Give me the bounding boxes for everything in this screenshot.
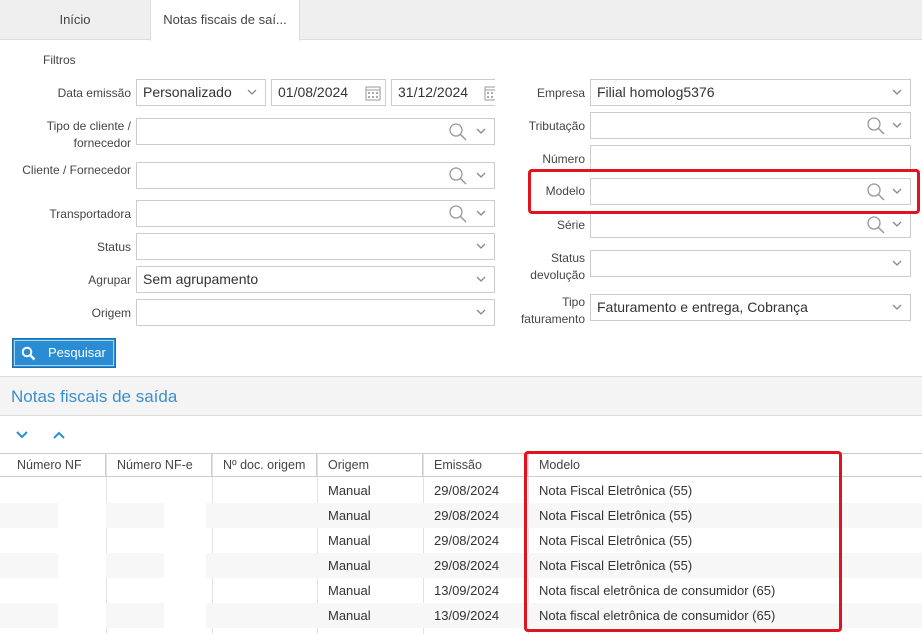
tipo-faturamento-value: Faturamento e entrega, Cobrança xyxy=(597,299,808,315)
table-header: Número NF Número NF-e Nº doc. origem Ori… xyxy=(0,453,922,477)
status-select[interactable] xyxy=(136,233,495,260)
cell-origem: Manual xyxy=(328,583,371,598)
tipo-cliente-label: Tipo de cliente / fornecedor xyxy=(46,119,131,150)
column-header-modelo[interactable]: Modelo xyxy=(529,454,922,477)
cell-modelo: Nota Fiscal Eletrônica (55) xyxy=(539,558,693,573)
search-button-label: Pesquisar xyxy=(48,345,106,360)
tab-notas-fiscais-saida[interactable]: Notas fiscais de saí... xyxy=(150,0,300,41)
chevron-down-icon xyxy=(892,89,902,95)
cell-modelo: Nota fiscal eletrônica de consumidor (65… xyxy=(539,608,776,623)
origem-select[interactable] xyxy=(136,299,495,326)
expand-all-icon[interactable] xyxy=(15,428,29,442)
empresa-select[interactable]: Filial homolog5376 xyxy=(590,79,911,106)
tributacao-select[interactable] xyxy=(590,112,911,139)
search-icon[interactable] xyxy=(866,116,886,136)
column-header-numero-nf[interactable]: Número NF xyxy=(7,454,106,477)
chevron-down-icon xyxy=(892,221,902,227)
cliente-label: Cliente / Fornecedor xyxy=(22,163,131,177)
search-icon[interactable] xyxy=(866,215,886,235)
agrupar-value: Sem agrupamento xyxy=(143,271,259,287)
transportadora-select[interactable] xyxy=(136,200,495,227)
table-row[interactable]: Manual 29/08/2024 Nota Fiscal Eletrônica… xyxy=(0,478,922,503)
transportadora-label: Transportadora xyxy=(49,207,131,221)
calendar-icon[interactable] xyxy=(364,84,382,102)
cell-origem: Manual xyxy=(328,558,371,573)
cell-emissao: 29/08/2024 xyxy=(434,483,500,498)
date-from-input[interactable]: 01/08/2024 xyxy=(271,79,386,106)
search-icon xyxy=(21,346,36,361)
cell-modelo: Nota fiscal eletrônica de consumidor (65… xyxy=(539,583,776,598)
serie-label: Série xyxy=(556,218,585,232)
cell-emissao: 29/08/2024 xyxy=(434,508,500,523)
status-devolucao-select[interactable] xyxy=(590,250,911,277)
cell-emissao: 29/08/2024 xyxy=(434,558,500,573)
calendar-icon[interactable] xyxy=(483,84,495,102)
agrupar-label: Agrupar xyxy=(88,273,131,287)
tab-bar: Início Notas fiscais de saí... xyxy=(0,0,922,41)
agrupar-select[interactable]: Sem agrupamento xyxy=(136,266,495,293)
table-row[interactable]: Manual 29/08/2024 Nota Fiscal Eletrônica… xyxy=(0,553,922,578)
chevron-down-icon xyxy=(476,128,486,134)
search-button[interactable]: Pesquisar xyxy=(12,338,116,368)
cell-emissao: 13/09/2024 xyxy=(434,583,500,598)
filters-title: Filtros xyxy=(43,53,76,67)
column-header-origem[interactable]: Origem xyxy=(318,454,423,477)
search-icon[interactable] xyxy=(448,166,468,186)
tipo-cliente-select[interactable] xyxy=(136,118,495,145)
column-header-emissao[interactable]: Emissão xyxy=(424,454,528,477)
data-emissao-mode-select[interactable]: Personalizado xyxy=(136,79,266,106)
chevron-down-icon xyxy=(476,243,486,249)
tributacao-label: Tributação xyxy=(528,119,585,133)
table-row[interactable]: Manual 13/09/2024 Nota fiscal eletrônica… xyxy=(0,603,922,628)
column-header-numero-nfe[interactable]: Número NF-e xyxy=(107,454,212,477)
cell-emissao: 13/09/2024 xyxy=(434,608,500,623)
empresa-value: Filial homolog5376 xyxy=(597,84,715,100)
origem-label: Origem xyxy=(91,306,131,320)
chevron-down-icon xyxy=(476,172,486,178)
modelo-select[interactable] xyxy=(590,178,911,205)
empresa-label: Empresa xyxy=(536,86,585,100)
chevron-down-icon xyxy=(892,260,902,266)
tipo-faturamento-select[interactable]: Faturamento e entrega, Cobrança xyxy=(590,294,911,321)
chevron-down-icon xyxy=(892,304,902,310)
table-row[interactable]: Manual 13/09/2024 Nota fiscal eletrônica… xyxy=(0,578,922,603)
section-header: Notas fiscais de saída xyxy=(0,376,922,416)
section-title: Notas fiscais de saída xyxy=(11,387,178,406)
status-label: Status xyxy=(96,240,131,254)
cell-origem: Manual xyxy=(328,608,371,623)
cell-modelo: Nota Fiscal Eletrônica (55) xyxy=(539,483,693,498)
modelo-label: Modelo xyxy=(545,184,585,198)
cell-modelo: Nota Fiscal Eletrônica (55) xyxy=(539,508,693,523)
serie-select[interactable] xyxy=(590,211,911,238)
cell-origem: Manual xyxy=(328,508,371,523)
chevron-down-icon xyxy=(247,89,257,95)
chevron-down-icon xyxy=(892,122,902,128)
cliente-select[interactable] xyxy=(136,162,495,189)
collapse-all-icon[interactable] xyxy=(52,428,66,442)
status-devolucao-label: Status devolução xyxy=(530,251,585,282)
cell-modelo: Nota Fiscal Eletrônica (55) xyxy=(539,533,693,548)
column-header-doc-origem[interactable]: Nº doc. origem xyxy=(213,454,317,477)
chevron-down-icon xyxy=(476,276,486,282)
cell-origem: Manual xyxy=(328,533,371,548)
numero-input[interactable] xyxy=(590,145,911,172)
chevron-down-icon xyxy=(476,210,486,216)
chevron-down-icon xyxy=(892,188,902,194)
cell-emissao: 29/08/2024 xyxy=(434,533,500,548)
chevron-down-icon xyxy=(476,309,486,315)
date-to-input[interactable]: 31/12/2024 xyxy=(391,79,495,106)
cell-origem: Manual xyxy=(328,483,371,498)
data-emissao-label: Data emissão xyxy=(57,86,131,100)
date-to-value: 31/12/2024 xyxy=(398,84,469,100)
search-icon[interactable] xyxy=(448,122,468,142)
table-row[interactable]: Manual 29/08/2024 Nota Fiscal Eletrônica… xyxy=(0,503,922,528)
table-row[interactable]: Manual 29/08/2024 Nota Fiscal Eletrônica… xyxy=(0,528,922,553)
data-emissao-mode-value: Personalizado xyxy=(143,84,232,100)
search-icon[interactable] xyxy=(448,204,468,224)
numero-label: Número xyxy=(542,152,585,166)
tab-inicio[interactable]: Início xyxy=(0,0,150,40)
search-icon[interactable] xyxy=(866,182,886,202)
tipo-faturamento-label: Tipo faturamento xyxy=(520,295,585,326)
date-from-value: 01/08/2024 xyxy=(278,84,349,100)
